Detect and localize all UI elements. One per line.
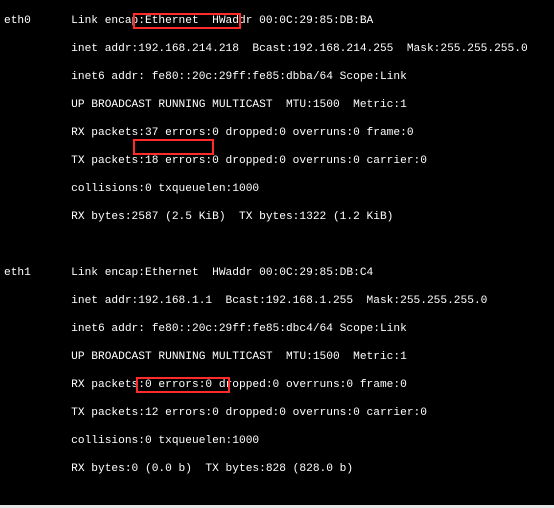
ifconfig-eth0-line: eth0 Link encap:Ethernet HWaddr 00:0C:29…: [4, 14, 550, 28]
highlight-eth1-ip: [133, 139, 214, 155]
ifconfig-eth0-line: UP BROADCAST RUNNING MULTICAST MTU:1500 …: [4, 98, 550, 112]
ifconfig-eth1-line: inet6 addr: fe80::20c:29ff:fe85:dbc4/64 …: [4, 322, 550, 336]
ifconfig-eth1-line: UP BROADCAST RUNNING MULTICAST MTU:1500 …: [4, 350, 550, 364]
ifconfig-eth0-line: inet addr:192.168.214.218 Bcast:192.168.…: [4, 42, 550, 56]
ifconfig-eth0-line: inet6 addr: fe80::20c:29ff:fe85:dbba/64 …: [4, 70, 550, 84]
ifconfig-eth0-line: collisions:0 txqueuelen:1000: [4, 182, 550, 196]
ifconfig-eth0-line: TX packets:18 errors:0 dropped:0 overrun…: [4, 154, 550, 168]
ifconfig-eth1-line: RX bytes:0 (0.0 b) TX bytes:828 (828.0 b…: [4, 462, 550, 476]
ifconfig-eth1-line: RX packets:0 errors:0 dropped:0 overruns…: [4, 378, 550, 392]
ifconfig-eth1-line: TX packets:12 errors:0 dropped:0 overrun…: [4, 406, 550, 420]
ifconfig-eth0-line: RX packets:37 errors:0 dropped:0 overrun…: [4, 126, 550, 140]
blank-line: [4, 490, 550, 504]
ifconfig-eth1-line: inet addr:192.168.1.1 Bcast:192.168.1.25…: [4, 294, 550, 308]
blank-line: [4, 238, 550, 252]
ifconfig-eth1-line: eth1 Link encap:Ethernet HWaddr 00:0C:29…: [4, 266, 550, 280]
terminal-output[interactable]: eth0 Link encap:Ethernet HWaddr 00:0C:29…: [0, 0, 554, 508]
ifconfig-eth0-line: RX bytes:2587 (2.5 KiB) TX bytes:1322 (1…: [4, 210, 550, 224]
ifconfig-eth1-line: collisions:0 txqueuelen:1000: [4, 434, 550, 448]
